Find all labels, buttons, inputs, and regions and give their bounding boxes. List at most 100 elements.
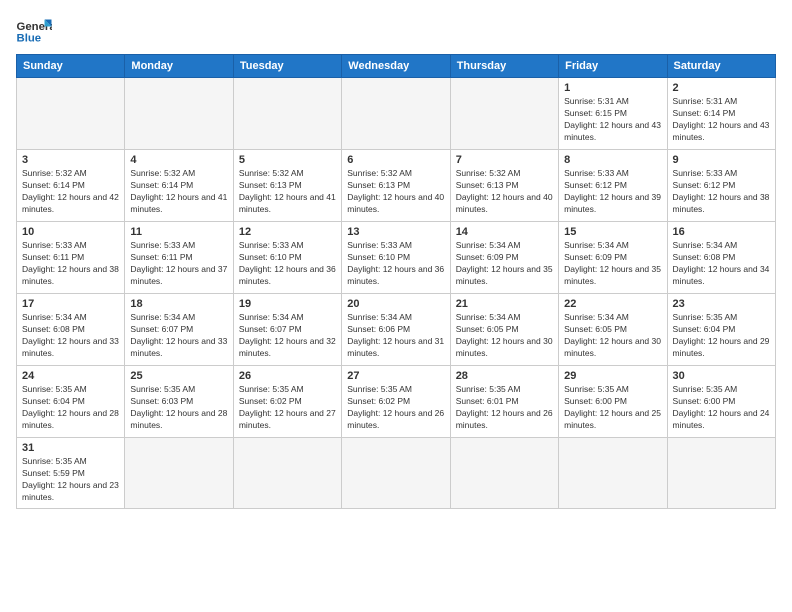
calendar-cell — [450, 78, 558, 150]
day-number: 7 — [456, 154, 553, 166]
calendar-cell: 20Sunrise: 5:34 AM Sunset: 6:06 PM Dayli… — [342, 294, 450, 366]
calendar-cell — [233, 438, 341, 509]
calendar-cell: 23 Sunrise: 5:35 AM Sunset: 6:04 PM Dayli… — [667, 294, 775, 366]
calendar-cell: 22 Sunrise: 5:34 AM Sunset: 6:05 PM Dayli… — [559, 294, 667, 366]
day-info: Sunrise: 5:35 AM Sunset: 6:03 PM Dayligh… — [130, 384, 227, 432]
calendar-cell: 9 Sunrise: 5:33 AM Sunset: 6:12 PM Daylig… — [667, 150, 775, 222]
calendar-cell — [125, 78, 233, 150]
day-number: 8 — [564, 154, 661, 166]
col-header-tuesday: Tuesday — [233, 55, 341, 78]
day-info: Sunrise: 5:35 AM Sunset: 6:04 PM Dayligh… — [22, 384, 119, 432]
day-number: 5 — [239, 154, 336, 166]
calendar-cell: 30 Sunrise: 5:35 AM Sunset: 6:00 PM Dayli… — [667, 366, 775, 438]
calendar-cell: 5Sunrise: 5:32 AM Sunset: 6:13 PM Daylig… — [233, 150, 341, 222]
day-number: 20 — [347, 298, 444, 310]
day-info: Sunrise: 5:33 AM Sunset: 6:10 PM Dayligh… — [347, 240, 444, 288]
day-info: Sunrise: 5:33 AM Sunset: 6:12 PM Dayligh… — [564, 168, 661, 216]
day-number: 19 — [239, 298, 336, 310]
day-info: Sunrise: 5:34 AM Sunset: 6:07 PM Dayligh… — [239, 312, 336, 360]
day-info: Sunrise: 5:35 AM Sunset: 6:04 PM Dayligh… — [673, 312, 770, 360]
day-number: 16 — [673, 226, 770, 238]
day-info: Sunrise: 5:33 AM Sunset: 6:11 PM Dayligh… — [130, 240, 227, 288]
svg-text:Blue: Blue — [17, 32, 42, 44]
calendar-cell — [450, 438, 558, 509]
col-header-thursday: Thursday — [450, 55, 558, 78]
day-info: Sunrise: 5:34 AM Sunset: 6:08 PM Dayligh… — [22, 312, 119, 360]
calendar-cell: 4 Sunrise: 5:32 AM Sunset: 6:14 PM Daylig… — [125, 150, 233, 222]
day-info: Sunrise: 5:34 AM Sunset: 6:07 PM Dayligh… — [130, 312, 227, 360]
day-number: 6 — [347, 154, 444, 166]
day-info: Sunrise: 5:33 AM Sunset: 6:10 PM Dayligh… — [239, 240, 336, 288]
day-number: 27 — [347, 370, 444, 382]
day-info: Sunrise: 5:32 AM Sunset: 6:14 PM Dayligh… — [130, 168, 227, 216]
col-header-wednesday: Wednesday — [342, 55, 450, 78]
logo: General Blue — [16, 16, 52, 44]
day-number: 31 — [22, 442, 119, 454]
day-info: Sunrise: 5:35 AM Sunset: 6:00 PM Dayligh… — [673, 384, 770, 432]
day-number: 22 — [564, 298, 661, 310]
calendar-table: SundayMondayTuesdayWednesdayThursdayFrid… — [16, 54, 776, 509]
day-number: 30 — [673, 370, 770, 382]
day-number: 10 — [22, 226, 119, 238]
day-info: Sunrise: 5:33 AM Sunset: 6:11 PM Dayligh… — [22, 240, 119, 288]
page-header: General Blue — [16, 16, 776, 44]
calendar-cell: 11 Sunrise: 5:33 AM Sunset: 6:11 PM Dayli… — [125, 222, 233, 294]
day-number: 18 — [130, 298, 227, 310]
col-header-sunday: Sunday — [17, 55, 125, 78]
col-header-friday: Friday — [559, 55, 667, 78]
day-number: 11 — [130, 226, 227, 238]
day-info: Sunrise: 5:35 AM Sunset: 6:00 PM Dayligh… — [564, 384, 661, 432]
calendar-cell: 27 Sunrise: 5:35 AM Sunset: 6:02 PM Dayli… — [342, 366, 450, 438]
day-number: 13 — [347, 226, 444, 238]
calendar-cell: 24 Sunrise: 5:35 AM Sunset: 6:04 PM Dayli… — [17, 366, 125, 438]
calendar-header: SundayMondayTuesdayWednesdayThursdayFrid… — [17, 55, 776, 78]
calendar-cell: 10 Sunrise: 5:33 AM Sunset: 6:11 PM Dayli… — [17, 222, 125, 294]
day-info: Sunrise: 5:34 AM Sunset: 6:05 PM Dayligh… — [564, 312, 661, 360]
day-number: 21 — [456, 298, 553, 310]
day-number: 23 — [673, 298, 770, 310]
day-number: 4 — [130, 154, 227, 166]
calendar-cell: 3Sunrise: 5:32 AM Sunset: 6:14 PM Daylig… — [17, 150, 125, 222]
day-info: Sunrise: 5:35 AM Sunset: 6:02 PM Dayligh… — [347, 384, 444, 432]
day-number: 25 — [130, 370, 227, 382]
day-number: 15 — [564, 226, 661, 238]
calendar-cell — [17, 78, 125, 150]
calendar-cell: 6 Sunrise: 5:32 AM Sunset: 6:13 PM Daylig… — [342, 150, 450, 222]
calendar-cell: 14Sunrise: 5:34 AM Sunset: 6:09 PM Dayli… — [450, 222, 558, 294]
day-number: 3 — [22, 154, 119, 166]
day-number: 29 — [564, 370, 661, 382]
calendar-cell: 21 Sunrise: 5:34 AM Sunset: 6:05 PM Dayli… — [450, 294, 558, 366]
calendar-cell: 17 Sunrise: 5:34 AM Sunset: 6:08 PM Dayli… — [17, 294, 125, 366]
calendar-cell: 25 Sunrise: 5:35 AM Sunset: 6:03 PM Dayli… — [125, 366, 233, 438]
day-info: Sunrise: 5:33 AM Sunset: 6:12 PM Dayligh… — [673, 168, 770, 216]
day-number: 24 — [22, 370, 119, 382]
calendar-cell: 7 Sunrise: 5:32 AM Sunset: 6:13 PM Daylig… — [450, 150, 558, 222]
day-info: Sunrise: 5:34 AM Sunset: 6:05 PM Dayligh… — [456, 312, 553, 360]
day-info: Sunrise: 5:31 AM Sunset: 6:15 PM Dayligh… — [564, 96, 661, 144]
day-info: Sunrise: 5:35 AM Sunset: 6:01 PM Dayligh… — [456, 384, 553, 432]
calendar-cell — [667, 438, 775, 509]
calendar-cell: 28 Sunrise: 5:35 AM Sunset: 6:01 PM Dayli… — [450, 366, 558, 438]
calendar-cell: 1Sunrise: 5:31 AM Sunset: 6:15 PM Daylig… — [559, 78, 667, 150]
calendar-cell: 18 Sunrise: 5:34 AM Sunset: 6:07 PM Dayli… — [125, 294, 233, 366]
calendar-cell: 29 Sunrise: 5:35 AM Sunset: 6:00 PM Dayli… — [559, 366, 667, 438]
day-number: 17 — [22, 298, 119, 310]
calendar-cell: 31 Sunrise: 5:35 AM Sunset: 5:59 PM Dayli… — [17, 438, 125, 509]
day-number: 9 — [673, 154, 770, 166]
day-info: Sunrise: 5:35 AM Sunset: 6:02 PM Dayligh… — [239, 384, 336, 432]
day-number: 28 — [456, 370, 553, 382]
day-info: Sunrise: 5:32 AM Sunset: 6:13 PM Dayligh… — [456, 168, 553, 216]
calendar-cell — [342, 78, 450, 150]
day-info: Sunrise: 5:32 AM Sunset: 6:13 PM Dayligh… — [347, 168, 444, 216]
calendar-cell: 19 Sunrise: 5:34 AM Sunset: 6:07 PM Dayli… — [233, 294, 341, 366]
col-header-saturday: Saturday — [667, 55, 775, 78]
calendar-cell — [342, 438, 450, 509]
day-number: 2 — [673, 82, 770, 94]
logo-icon: General Blue — [16, 16, 52, 44]
day-number: 14 — [456, 226, 553, 238]
calendar-cell: 8 Sunrise: 5:33 AM Sunset: 6:12 PM Daylig… — [559, 150, 667, 222]
day-number: 26 — [239, 370, 336, 382]
calendar-cell: 16Sunrise: 5:34 AM Sunset: 6:08 PM Dayli… — [667, 222, 775, 294]
calendar-cell: 26 Sunrise: 5:35 AM Sunset: 6:02 PM Dayli… — [233, 366, 341, 438]
day-info: Sunrise: 5:35 AM Sunset: 5:59 PM Dayligh… — [22, 456, 119, 504]
